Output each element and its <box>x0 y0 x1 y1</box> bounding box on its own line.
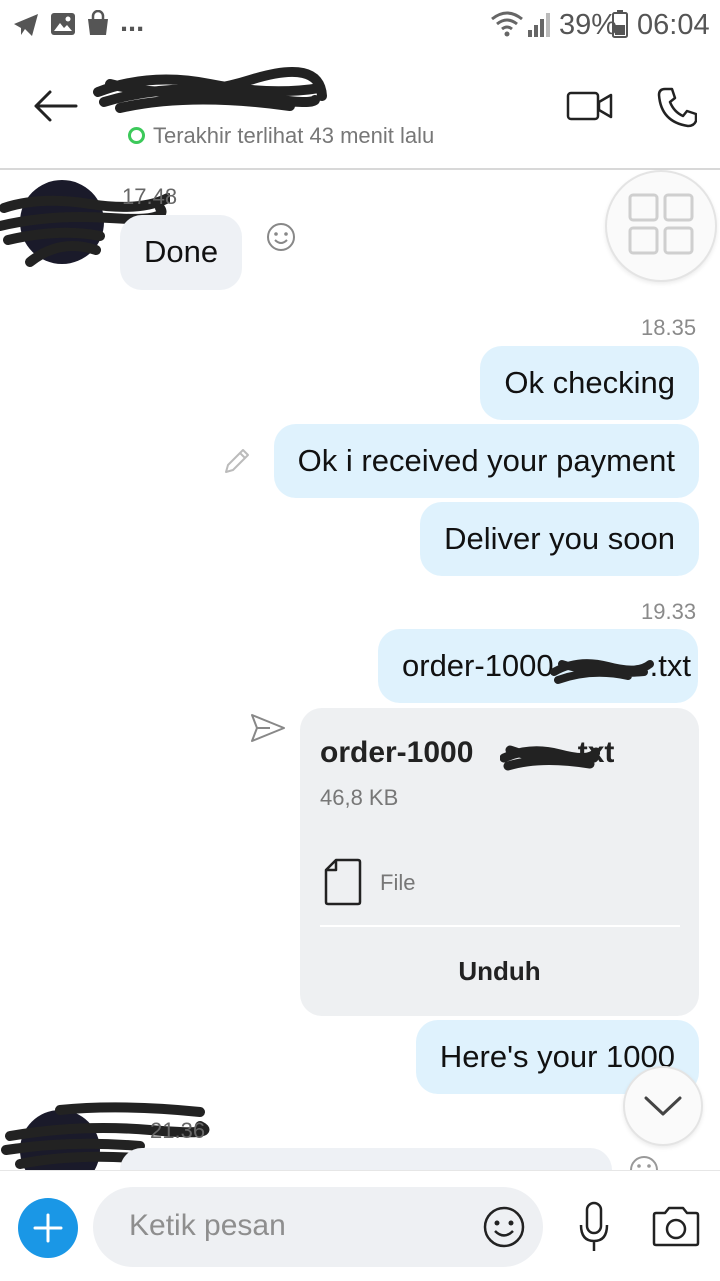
presence-label: Terakhir terlihat 43 menit lalu <box>153 123 435 148</box>
grid-icon <box>628 193 694 255</box>
scroll-to-bottom-button[interactable] <box>623 1066 703 1146</box>
telegram-icon <box>14 14 38 36</box>
message-timestamp: 21.36 <box>150 1118 206 1143</box>
react-emoji-icon[interactable] <box>628 1154 660 1170</box>
edited-pencil-icon <box>225 449 249 473</box>
chat-header <box>0 50 720 170</box>
microphone-icon[interactable] <box>577 1201 611 1253</box>
message-timestamp: 19.33 <box>641 599 697 624</box>
message-composer: Ketik pesan <box>0 1170 720 1281</box>
file-message-suffix: .txt <box>649 648 691 683</box>
incoming-message-partial[interactable] <box>120 1148 612 1170</box>
outgoing-message[interactable]: Deliver you soon <box>420 502 699 576</box>
incoming-message[interactable]: Done <box>120 215 243 290</box>
more-notifications: ... <box>120 6 145 38</box>
message-timestamp: 18.35 <box>641 315 697 340</box>
message-input-placeholder: Ketik pesan <box>129 1209 286 1242</box>
add-attachment-button[interactable] <box>18 1198 78 1258</box>
plus-icon <box>33 1213 63 1243</box>
message-timestamp: 17.48 <box>122 184 178 209</box>
file-attachment-card[interactable]: order-1000 .txt 46,8 KB File Unduh <box>300 708 699 1016</box>
presence-status: Terakhir terlihat 43 menit lalu <box>128 123 434 149</box>
file-message-prefix: order-1000 <box>402 648 554 683</box>
sent-status-icon <box>251 714 285 742</box>
file-type-label: File <box>380 870 416 895</box>
clock: 06:04 <box>637 9 710 41</box>
file-name-prefix: order-1000 <box>320 736 474 769</box>
phone-call-icon[interactable] <box>657 86 697 128</box>
document-icon <box>324 858 362 906</box>
redacted-contact-name[interactable] <box>90 62 330 122</box>
online-status-dot <box>128 126 145 144</box>
signal-icon <box>528 13 550 37</box>
shopping-bag-icon <box>88 10 108 35</box>
redaction-scribble <box>500 745 600 771</box>
camera-icon[interactable] <box>651 1205 701 1247</box>
back-arrow-icon[interactable] <box>32 88 78 124</box>
battery-icon <box>612 10 628 38</box>
gallery-icon <box>51 13 75 35</box>
redaction-scribble <box>550 659 654 684</box>
divider <box>320 925 680 927</box>
message-input[interactable]: Ketik pesan <box>93 1187 543 1267</box>
gallery-grid-button[interactable] <box>605 170 717 282</box>
emoji-icon[interactable] <box>483 1206 525 1248</box>
file-size: 46,8 KB <box>320 785 399 810</box>
wifi-icon <box>491 11 523 37</box>
outgoing-message[interactable]: Ok checking <box>480 346 699 420</box>
battery-percent: 39% <box>559 9 618 41</box>
outgoing-message[interactable]: Ok i received your payment <box>273 424 699 498</box>
react-emoji-icon[interactable] <box>266 222 296 252</box>
download-button[interactable]: Unduh <box>300 956 699 987</box>
video-call-icon[interactable] <box>566 90 614 122</box>
status-bar: ... 39% 06:04 <box>0 0 720 50</box>
chevron-down-icon <box>644 1096 682 1116</box>
